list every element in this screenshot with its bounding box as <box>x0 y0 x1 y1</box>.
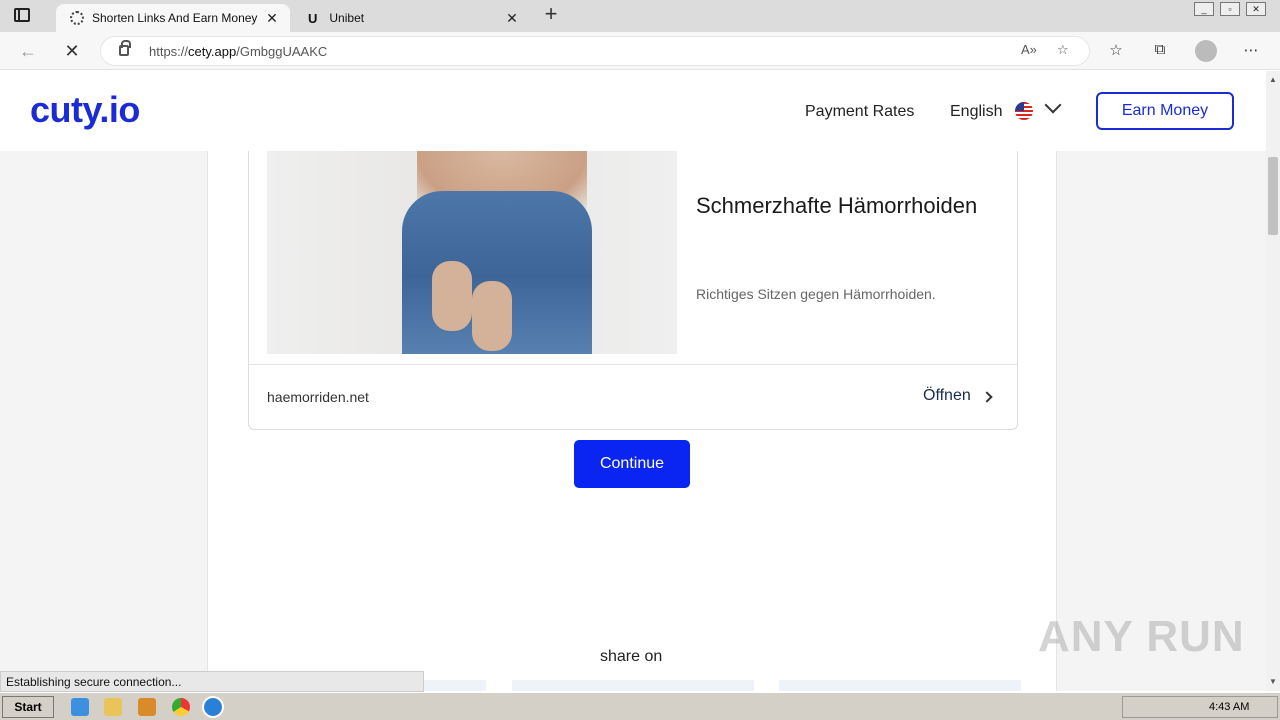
ad-open-link[interactable]: Öffnen <box>923 387 971 405</box>
loading-icon <box>70 11 84 25</box>
ad-image[interactable] <box>267 151 677 354</box>
profile-avatar-icon[interactable] <box>1195 40 1217 62</box>
tab-close-icon[interactable]: ✕ <box>262 10 282 27</box>
start-button[interactable]: Start <box>2 696 54 718</box>
clock: 4:43 AM <box>1209 701 1250 713</box>
tab-close-icon[interactable]: ✕ <box>502 10 522 27</box>
favorites-icon[interactable]: ☆ <box>1105 41 1127 59</box>
chevron-down-icon[interactable] <box>1044 96 1062 114</box>
address-bar[interactable]: https://cety.app/GmbggUAAKC A» ☆ <box>100 36 1090 66</box>
status-bar: Establishing secure connection... <box>0 671 424 692</box>
url-text[interactable]: https://cety.app/GmbggUAAKC <box>149 44 327 59</box>
ad-domain: haemorriden.net <box>267 389 369 405</box>
content-card: Schmerzhafte Hämorrhoiden Richtiges Sitz… <box>207 151 1057 691</box>
back-arrow-icon[interactable]: ← <box>16 39 40 63</box>
anyrun-watermark: ANY RUN <box>1038 612 1245 661</box>
chrome-icon[interactable] <box>172 698 190 716</box>
ad-title[interactable]: Schmerzhafte Hämorrhoiden <box>696 191 996 221</box>
web-page: cuty.io Payment Rates English Earn Money… <box>0 71 1266 691</box>
language-selector[interactable]: English <box>950 103 1002 121</box>
stop-loading-icon[interactable]: ✕ <box>60 39 84 63</box>
minimize-icon[interactable]: _ <box>1194 2 1214 16</box>
ad-card[interactable]: Schmerzhafte Hämorrhoiden Richtiges Sitz… <box>248 151 1018 430</box>
url-prefix: https:// <box>149 44 189 59</box>
url-host: cety.app <box>188 44 237 59</box>
url-path: /GmbggUAAKC <box>236 44 328 59</box>
divider <box>249 364 1017 365</box>
ad-description: Richtiges Sitzen gegen Hämorrhoiden. <box>696 286 936 302</box>
tab-shorten-links[interactable]: Shorten Links And Earn Money ✕ <box>56 4 290 32</box>
ad-image-hand <box>432 261 472 331</box>
chevron-right-icon[interactable] <box>981 391 993 403</box>
scroll-up-icon[interactable]: ▲ <box>1269 75 1277 84</box>
scrollbar-thumb[interactable] <box>1268 157 1278 235</box>
read-aloud-icon[interactable]: A» <box>1021 42 1037 57</box>
explorer-icon[interactable] <box>104 698 122 716</box>
earn-money-button[interactable]: Earn Money <box>1096 92 1234 130</box>
more-menu-icon[interactable]: ⋯ <box>1240 41 1262 59</box>
scroll-down-icon[interactable]: ▼ <box>1269 677 1277 686</box>
tab-actions-icon[interactable] <box>14 8 30 22</box>
window-controls: _ ▫ ✕ <box>1194 2 1266 16</box>
edge-icon[interactable] <box>202 696 224 718</box>
site-header: cuty.io Payment Rates English Earn Money <box>0 71 1266 151</box>
share-button[interactable] <box>512 680 754 691</box>
tab-title: Shorten Links And Earn Money <box>92 11 258 25</box>
us-flag-icon <box>1015 102 1033 120</box>
tab-unibet[interactable]: U Unibet ✕ <box>294 4 530 32</box>
close-window-icon[interactable]: ✕ <box>1246 2 1266 16</box>
restore-icon[interactable]: ▫ <box>1220 2 1240 16</box>
ad-image-hand <box>472 281 512 351</box>
payment-rates-link[interactable]: Payment Rates <box>805 103 914 121</box>
unibet-favicon-icon: U <box>308 10 318 26</box>
new-tab-icon[interactable]: + <box>540 3 562 26</box>
windows-taskbar: Start 4:43 AM <box>0 692 1280 720</box>
share-on-label: share on <box>600 648 663 665</box>
share-button[interactable] <box>779 680 1021 691</box>
add-favorite-icon[interactable]: ☆ <box>1057 42 1069 58</box>
cuty-logo[interactable]: cuty.io <box>30 89 140 131</box>
tab-title: Unibet <box>329 11 365 25</box>
browser-tab-bar: Shorten Links And Earn Money ✕ U Unibet … <box>0 0 1280 32</box>
media-player-icon[interactable] <box>138 698 156 716</box>
lock-icon[interactable] <box>119 40 131 56</box>
collections-icon[interactable]: ⧉ <box>1149 41 1171 58</box>
ie-icon[interactable] <box>71 698 89 716</box>
browser-toolbar: ← ✕ https://cety.app/GmbggUAAKC A» ☆ ☆ ⧉… <box>0 32 1280 70</box>
continue-button[interactable]: Continue <box>574 440 690 488</box>
system-tray: 4:43 AM <box>1122 696 1278 718</box>
page-scrollbar[interactable]: ▲ ▼ <box>1266 71 1280 691</box>
